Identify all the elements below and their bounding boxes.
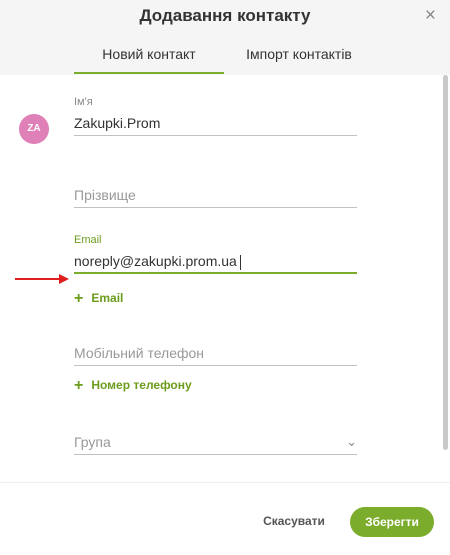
plus-icon: + (74, 290, 84, 307)
email-field[interactable]: Email noreply@zakupki.prom.ua (74, 234, 357, 274)
plus-icon: + (74, 377, 84, 394)
phone-input[interactable]: Мобільний телефон (74, 340, 357, 366)
add-email-label: Email (91, 291, 124, 305)
email-input[interactable]: noreply@zakupki.prom.ua (74, 248, 357, 274)
text-cursor (239, 254, 241, 270)
cancel-button[interactable]: Скасувати (258, 514, 330, 532)
annotation-arrow-icon (15, 274, 69, 284)
surname-field[interactable]: Прізвище (74, 182, 357, 208)
group-select-value[interactable]: Група ⌄ (74, 429, 357, 455)
name-label: Ім'я (74, 96, 93, 108)
tab-bar: Новий контакт Імпорт контактів (0, 46, 450, 74)
scrollbar[interactable] (443, 75, 448, 450)
add-phone-label: Номер телефону (91, 378, 192, 392)
phone-field[interactable]: Мобільний телефон (74, 340, 357, 366)
name-field[interactable]: Ім'я Zakupki.Prom (74, 96, 357, 136)
avatar: ZA (19, 114, 49, 144)
surname-input[interactable]: Прізвище (74, 182, 357, 208)
save-button[interactable]: Зберегти (350, 507, 434, 537)
tab-new-contact[interactable]: Новий контакт (74, 46, 224, 74)
dialog-title: Додавання контакту (139, 6, 311, 25)
add-phone-button[interactable]: + Номер телефону (74, 377, 192, 395)
email-label: Email (74, 234, 102, 246)
dialog-header: Додавання контакту × Новий контакт Імпор… (0, 0, 450, 75)
add-email-button[interactable]: + Email (74, 290, 123, 308)
close-icon[interactable]: × (425, 6, 436, 26)
tab-import-contacts[interactable]: Імпорт контактів (236, 46, 362, 74)
group-select[interactable]: Група ⌄ (74, 429, 357, 455)
chevron-down-icon: ⌄ (346, 434, 357, 449)
email-value: noreply@zakupki.prom.ua (74, 253, 237, 269)
name-input[interactable]: Zakupki.Prom (74, 110, 357, 136)
group-placeholder: Група (74, 434, 111, 450)
